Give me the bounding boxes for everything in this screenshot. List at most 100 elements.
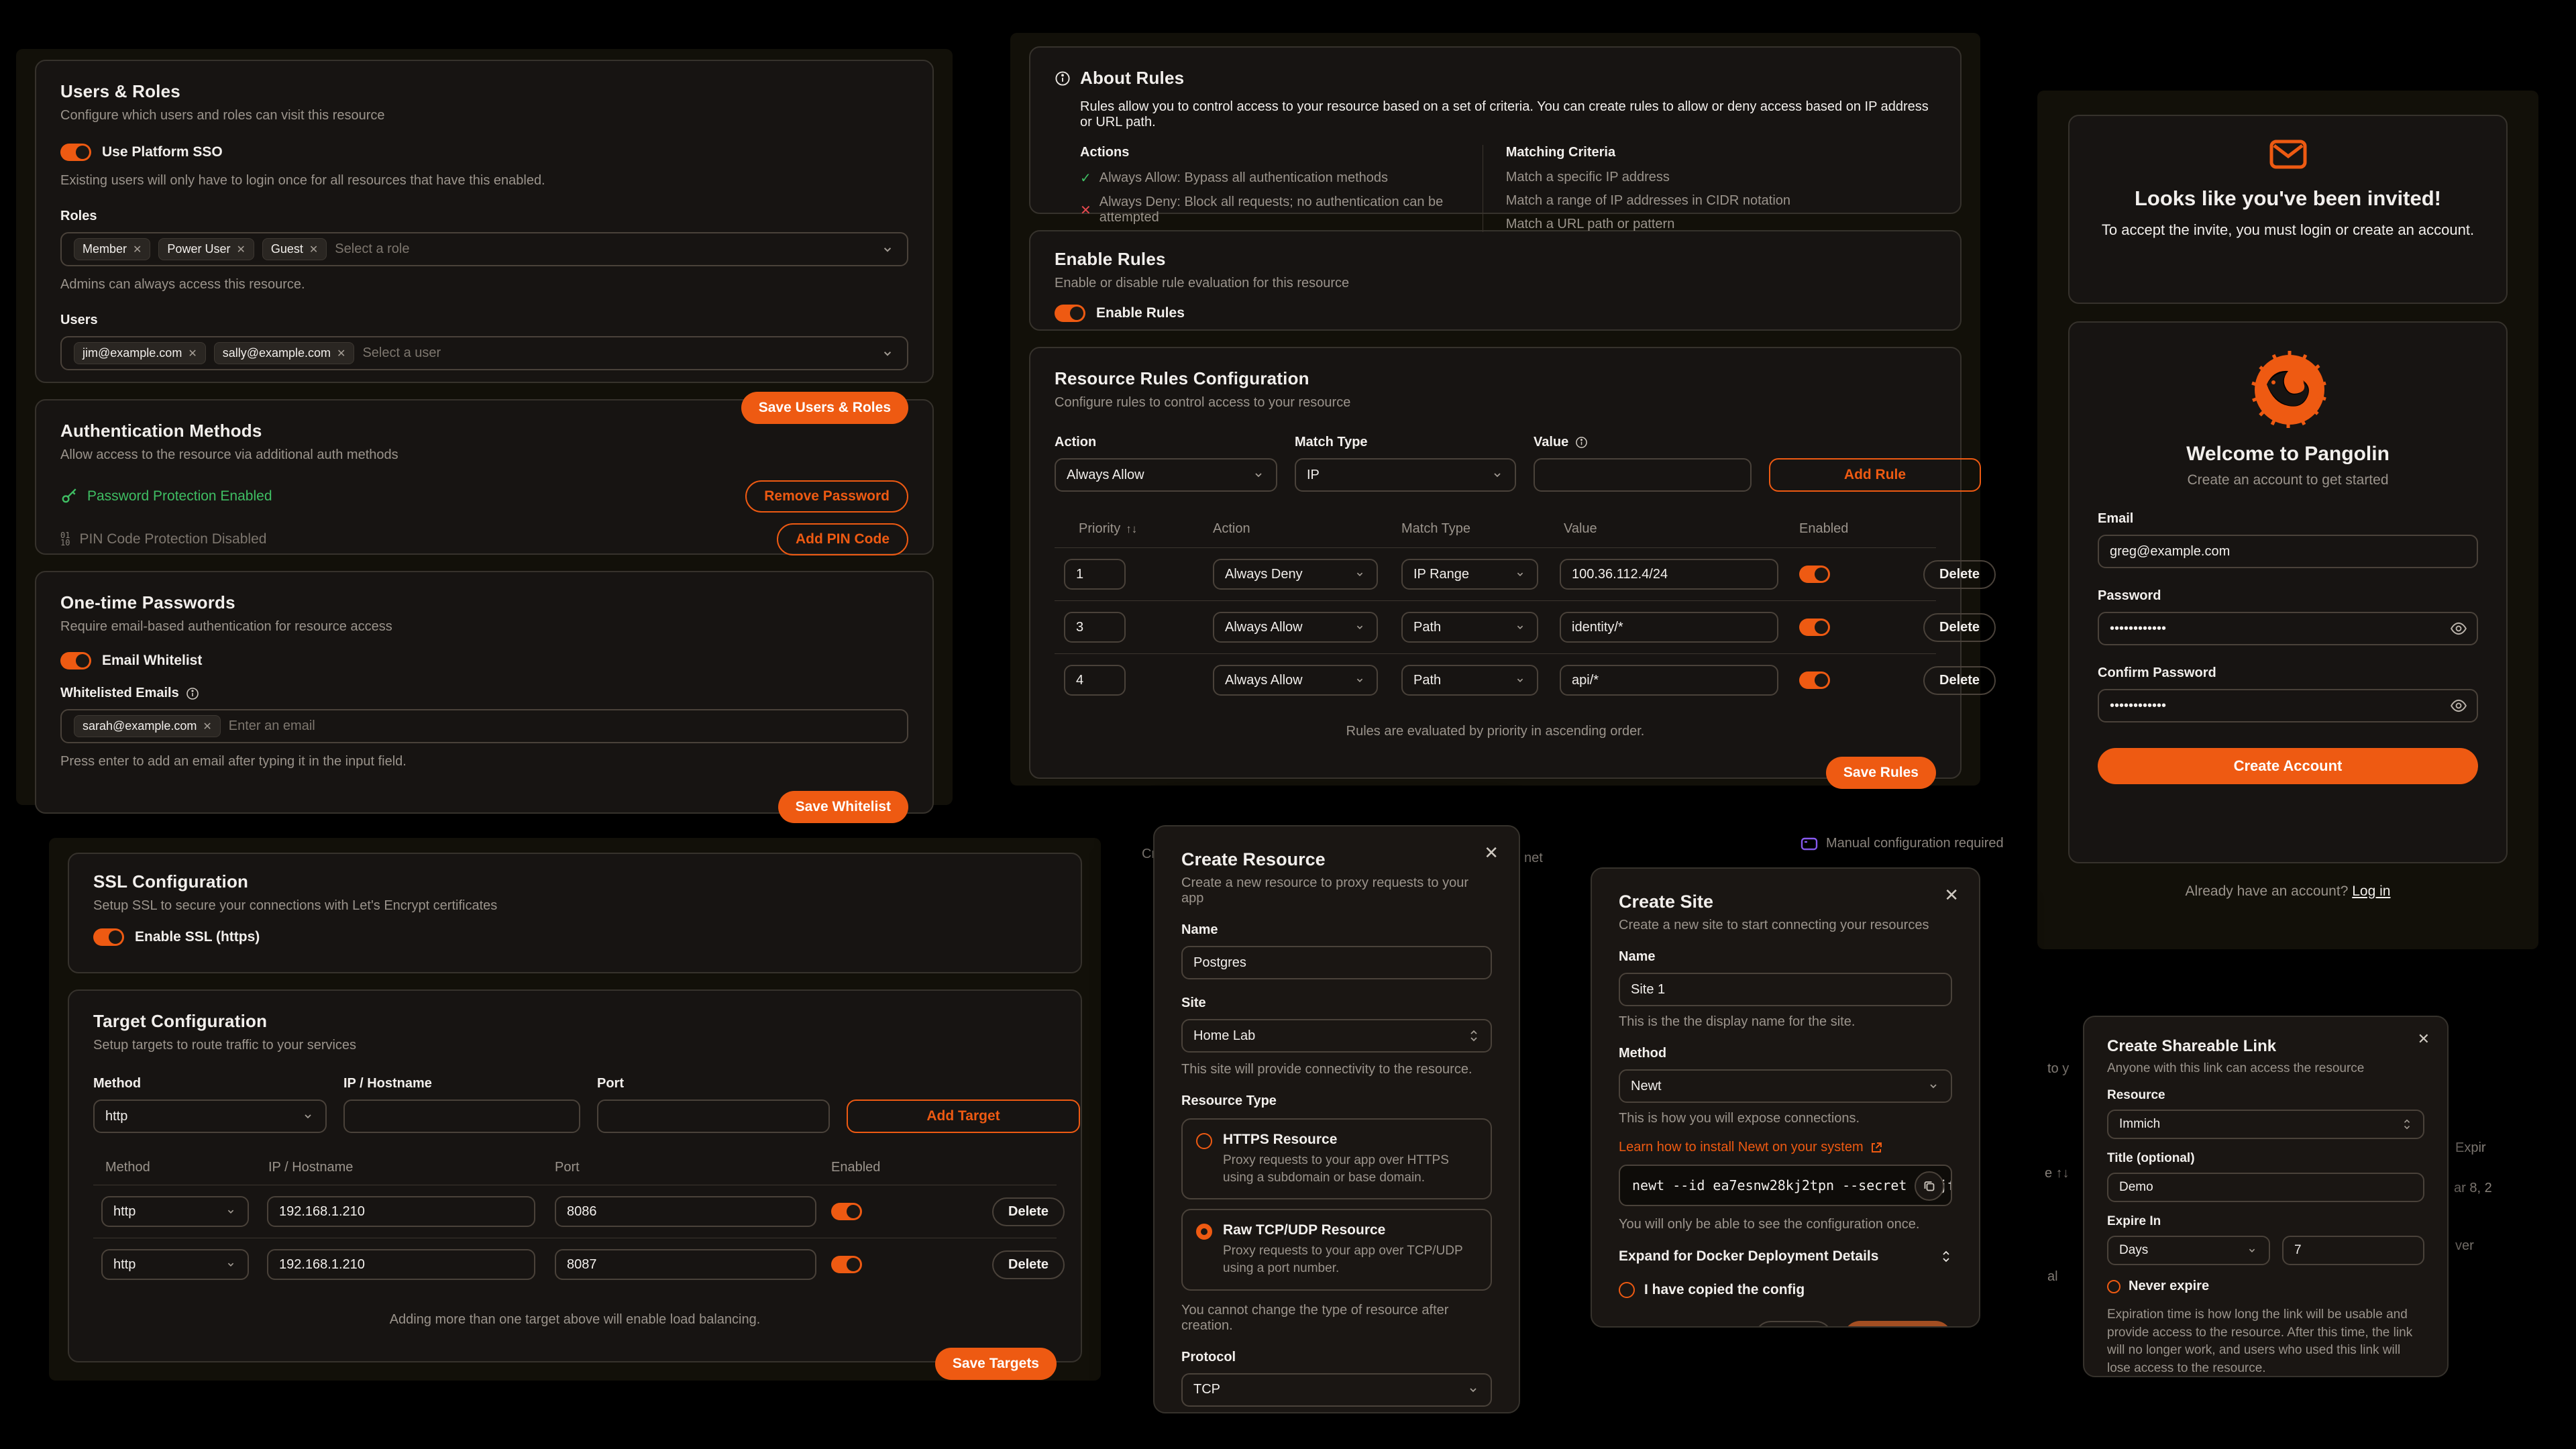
- email-whitelist-toggle[interactable]: [60, 652, 91, 669]
- add-pin-code-button[interactable]: Add PIN Code: [777, 523, 908, 555]
- add-target-button[interactable]: Add Target: [847, 1099, 1080, 1133]
- priority-input[interactable]: [1064, 665, 1126, 696]
- save-whitelist-button[interactable]: Save Whitelist: [778, 791, 908, 823]
- eye-icon[interactable]: [2450, 697, 2467, 714]
- confirm-password-field[interactable]: [2098, 689, 2478, 722]
- create-account-button[interactable]: Create Account: [2098, 748, 2478, 784]
- proxy-panel-group: SSL Configuration Setup SSL to secure yo…: [49, 838, 1101, 1381]
- signup-panel-group: Looks like you've been invited! To accep…: [2037, 91, 2538, 949]
- rule-value-input[interactable]: [1534, 458, 1752, 492]
- close-button[interactable]: Close: [1754, 1321, 1833, 1328]
- copied-config-option[interactable]: I have copied the config: [1619, 1282, 1952, 1298]
- delete-rule-button[interactable]: Delete: [1923, 666, 1996, 695]
- role-chip[interactable]: Member✕: [74, 238, 150, 260]
- rule-matchtype-select[interactable]: IP: [1295, 458, 1516, 492]
- delete-target-button[interactable]: Delete: [992, 1250, 1065, 1279]
- site-method-select[interactable]: Newt: [1619, 1069, 1952, 1103]
- port-input[interactable]: [597, 1099, 830, 1133]
- eye-icon[interactable]: [2450, 620, 2467, 637]
- platform-sso-toggle[interactable]: [60, 144, 91, 161]
- site-name-input[interactable]: [1619, 973, 1952, 1006]
- email-field[interactable]: [2098, 535, 2478, 568]
- resource-site-select[interactable]: Home Lab: [1181, 1019, 1492, 1053]
- row-value-input[interactable]: [1560, 559, 1778, 590]
- protocol-select[interactable]: TCP: [1181, 1373, 1492, 1407]
- close-icon[interactable]: ✕: [2418, 1032, 2430, 1046]
- row-action-select[interactable]: Always Allow: [1213, 612, 1378, 643]
- row-matchtype-select[interactable]: Path: [1401, 612, 1538, 643]
- row-matchtype-select[interactable]: Path: [1401, 665, 1538, 696]
- criteria-item: Match a specific IP address: [1506, 170, 1936, 185]
- role-chip[interactable]: Power User✕: [158, 238, 254, 260]
- login-link[interactable]: Log in: [2352, 883, 2390, 899]
- radio-selected-icon[interactable]: [1196, 1224, 1212, 1240]
- row-matchtype-select[interactable]: IP Range: [1401, 559, 1538, 590]
- chevron-down-icon: [1354, 568, 1366, 580]
- radio-icon[interactable]: [1619, 1282, 1635, 1298]
- resource-name-input[interactable]: [1181, 946, 1492, 979]
- resource-name-label: Name: [1181, 922, 1492, 938]
- chip-remove-icon[interactable]: ✕: [133, 243, 142, 256]
- priority-input[interactable]: [1064, 559, 1126, 590]
- close-icon[interactable]: ✕: [1944, 886, 1959, 904]
- delete-rule-button[interactable]: Delete: [1923, 613, 1996, 642]
- row-port-input[interactable]: [555, 1196, 816, 1227]
- password-field[interactable]: [2098, 612, 2478, 645]
- never-expire-option[interactable]: Never expire: [2107, 1279, 2424, 1294]
- target-enabled-toggle[interactable]: [831, 1256, 862, 1273]
- radio-icon[interactable]: [1196, 1133, 1212, 1149]
- row-action-select[interactable]: Always Allow: [1213, 665, 1378, 696]
- link-resource-select[interactable]: Immich: [2107, 1110, 2424, 1139]
- method-select[interactable]: http: [93, 1099, 327, 1133]
- roles-multiselect[interactable]: Member✕ Power User✕ Guest✕ Select a role: [60, 232, 908, 266]
- learn-newt-link[interactable]: Learn how to install Newt on your system: [1619, 1140, 1864, 1155]
- rule-enabled-toggle[interactable]: [1799, 619, 1830, 636]
- chip-remove-icon[interactable]: ✕: [188, 347, 197, 360]
- row-port-input[interactable]: [555, 1249, 816, 1280]
- whitelist-email-input[interactable]: sarah@example.com✕ Enter an email: [60, 709, 908, 743]
- save-rules-button[interactable]: Save Rules: [1826, 757, 1936, 789]
- enable-rules-toggle[interactable]: [1055, 305, 1085, 322]
- row-ip-input[interactable]: [267, 1196, 535, 1227]
- row-method-select[interactable]: http: [101, 1196, 249, 1227]
- close-icon[interactable]: ✕: [1484, 844, 1499, 861]
- target-enabled-toggle[interactable]: [831, 1203, 862, 1220]
- row-method-select[interactable]: http: [101, 1249, 249, 1280]
- chip-remove-icon[interactable]: ✕: [236, 243, 245, 256]
- chip-remove-icon[interactable]: ✕: [337, 347, 345, 360]
- docker-expand-row[interactable]: Expand for Docker Deployment Details: [1619, 1248, 1952, 1265]
- priority-header[interactable]: Priority↑↓: [1055, 521, 1213, 537]
- ip-hostname-input[interactable]: [343, 1099, 580, 1133]
- role-chip[interactable]: Guest✕: [262, 238, 327, 260]
- chip-remove-icon[interactable]: ✕: [309, 243, 318, 256]
- method-header: Method: [93, 1160, 259, 1175]
- user-chip[interactable]: sally@example.com✕: [214, 342, 355, 364]
- row-value-input[interactable]: [1560, 665, 1778, 696]
- tcp-resource-option[interactable]: Raw TCP/UDP Resource Proxy requests to y…: [1181, 1209, 1492, 1290]
- remove-password-button[interactable]: Remove Password: [745, 480, 908, 513]
- row-value-input[interactable]: [1560, 612, 1778, 643]
- expire-value-input[interactable]: [2282, 1236, 2424, 1265]
- https-resource-option[interactable]: HTTPS Resource Proxy requests to your ap…: [1181, 1118, 1492, 1199]
- user-chip[interactable]: jim@example.com✕: [74, 342, 206, 364]
- save-users-roles-button[interactable]: Save Users & Roles: [741, 392, 908, 424]
- users-multiselect[interactable]: jim@example.com✕ sally@example.com✕ Sele…: [60, 336, 908, 370]
- chip-remove-icon[interactable]: ✕: [203, 720, 211, 733]
- row-ip-input[interactable]: [267, 1249, 535, 1280]
- add-rule-button[interactable]: Add Rule: [1769, 458, 1981, 492]
- row-action-select[interactable]: Always Deny: [1213, 559, 1378, 590]
- save-targets-button[interactable]: Save Targets: [935, 1348, 1057, 1380]
- create-site-button[interactable]: Create Site: [1843, 1321, 1952, 1328]
- enable-ssl-toggle[interactable]: [93, 928, 124, 946]
- email-chip[interactable]: sarah@example.com✕: [74, 715, 221, 737]
- priority-input[interactable]: [1064, 612, 1126, 643]
- delete-target-button[interactable]: Delete: [992, 1197, 1065, 1226]
- link-title-input[interactable]: [2107, 1173, 2424, 1202]
- rule-enabled-toggle[interactable]: [1799, 672, 1830, 689]
- expire-unit-select[interactable]: Days: [2107, 1236, 2270, 1265]
- rule-enabled-toggle[interactable]: [1799, 566, 1830, 583]
- copy-button[interactable]: [1915, 1171, 1944, 1201]
- radio-icon[interactable]: [2107, 1280, 2121, 1293]
- delete-rule-button[interactable]: Delete: [1923, 560, 1996, 589]
- rule-action-select[interactable]: Always Allow: [1055, 458, 1277, 492]
